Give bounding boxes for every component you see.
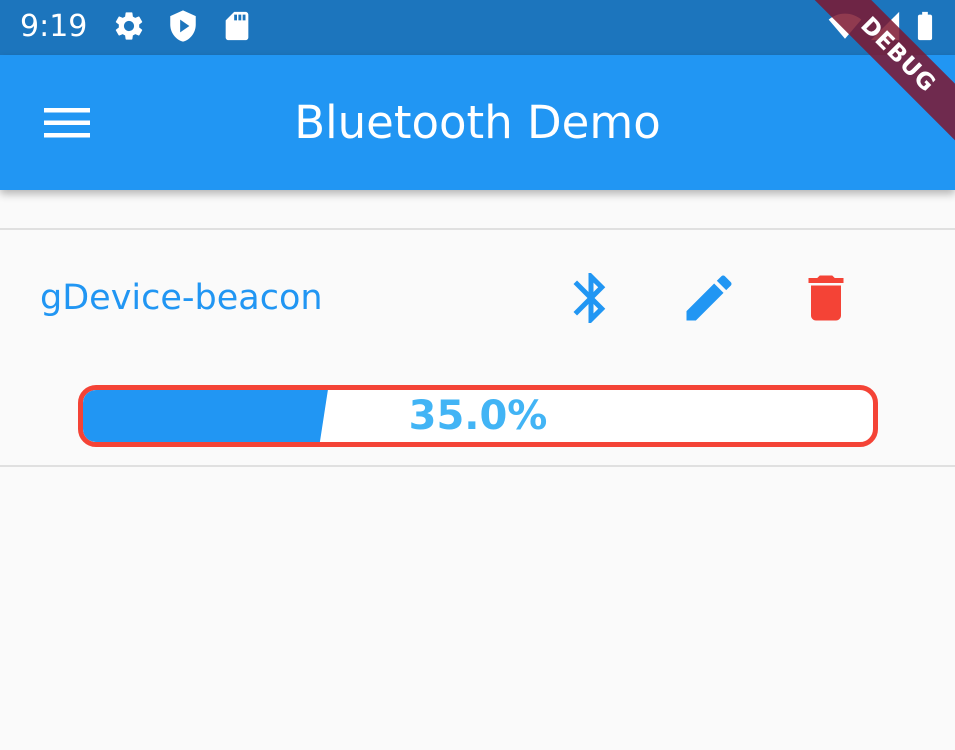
delete-device-button[interactable] [796, 268, 856, 328]
edit-icon [679, 268, 739, 328]
connect-bluetooth-button[interactable] [561, 268, 621, 328]
page-title: Bluetooth Demo [294, 96, 661, 149]
battery-icon [908, 9, 942, 43]
progress-label: 35.0% [408, 393, 548, 439]
edit-device-button[interactable] [679, 268, 739, 328]
list-divider-bottom [0, 465, 955, 467]
settings-icon [112, 9, 146, 43]
progress-bar: 35.0% [78, 385, 878, 447]
delete-icon [796, 268, 856, 328]
sd-card-icon [220, 9, 254, 43]
list-divider-top [0, 228, 955, 230]
status-time: 9:19 [20, 9, 88, 44]
app-bar: Bluetooth Demo [0, 55, 955, 190]
bluetooth-icon [561, 268, 621, 328]
status-bar: 9:19 [0, 0, 955, 55]
device-name-link[interactable]: gDevice-beacon [40, 275, 323, 321]
shield-play-icon [166, 9, 200, 43]
